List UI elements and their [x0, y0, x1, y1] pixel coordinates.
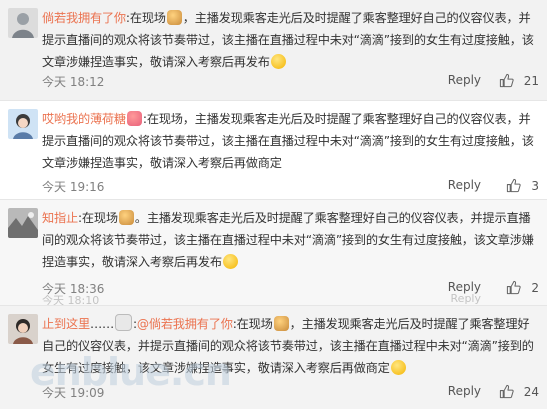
like-button[interactable]: 2 — [506, 280, 539, 295]
like-count: 3 — [531, 178, 539, 193]
timestamp: 今天 19:09 — [42, 386, 105, 400]
thumbs-up-icon — [499, 73, 514, 88]
username-link[interactable]: 倘若我拥有了你 — [42, 11, 126, 25]
heart-emoji-icon — [126, 111, 142, 126]
like-count: 2 — [531, 280, 539, 295]
like-count: 24 — [523, 384, 539, 399]
timestamp: 今天 18:12 — [42, 75, 105, 89]
comment-item: 知指止:在现场 。主播发现乘客走光后及时提醒了乘客整理好自己的仪容仪表，并提示直播… — [0, 199, 547, 307]
comment-item: 倘若我拥有了你:在现场 ，主播发现乘客走光后及时提醒了乘客整理好自己的仪容仪表，并… — [0, 0, 547, 100]
mention-link[interactable]: @倘若我拥有了你 — [137, 317, 233, 331]
smile-emoji-icon — [270, 54, 286, 69]
comment-text: 止到这里……:@倘若我拥有了你:在现场 ，主播发现乘客走光后及时提醒了乘客整理好自… — [42, 313, 537, 379]
smile-emoji-icon — [222, 254, 238, 269]
avatar[interactable] — [8, 109, 38, 139]
timestamp: 今天 19:16 — [42, 180, 105, 194]
thumbs-up-icon — [507, 178, 522, 193]
avatar[interactable] — [8, 208, 38, 238]
thumbs-up-icon — [499, 384, 514, 399]
username-link[interactable]: 知指止 — [42, 211, 78, 225]
like-button[interactable]: 21 — [499, 73, 539, 88]
panda-emoji-icon — [114, 314, 132, 331]
faded-reply: Reply — [450, 292, 481, 305]
like-count: 21 — [523, 73, 539, 88]
comment-text: 哎哟我的薄荷糖:在现场，主播发现乘客走光后及时提醒了乘客整理好自己的仪容仪表，并… — [42, 111, 534, 170]
reply-button[interactable]: Reply — [448, 178, 481, 192]
comment-item: 止到这里……:@倘若我拥有了你:在现场 ，主播发现乘客走光后及时提醒了乘客整理好自… — [0, 305, 547, 409]
comment-item: 哎哟我的薄荷糖:在现场，主播发现乘客走光后及时提醒了乘客整理好自己的仪容仪表，并… — [0, 100, 547, 199]
avatar[interactable] — [8, 8, 38, 38]
username-link[interactable]: 止到这里 — [42, 317, 90, 331]
like-button[interactable]: 24 — [499, 384, 539, 399]
person-emoji-icon — [273, 316, 289, 331]
comment-text: 倘若我拥有了你:在现场 ，主播发现乘客走光后及时提醒了乘客整理好自己的仪容仪表，并… — [42, 10, 534, 69]
username-link[interactable]: 哎哟我的薄荷糖 — [42, 112, 126, 126]
reply-button[interactable]: Reply — [448, 384, 481, 398]
person-emoji-icon — [118, 210, 134, 225]
comment-text: 知指止:在现场 。主播发现乘客走光后及时提醒了乘客整理好自己的仪容仪表，并提示直播… — [42, 210, 534, 269]
person-emoji-icon — [166, 10, 182, 25]
smile-emoji-icon — [390, 360, 406, 375]
like-button[interactable]: 3 — [506, 178, 539, 193]
avatar[interactable] — [8, 314, 38, 344]
thumbs-up-icon — [507, 280, 522, 295]
reply-button[interactable]: Reply — [448, 73, 481, 87]
